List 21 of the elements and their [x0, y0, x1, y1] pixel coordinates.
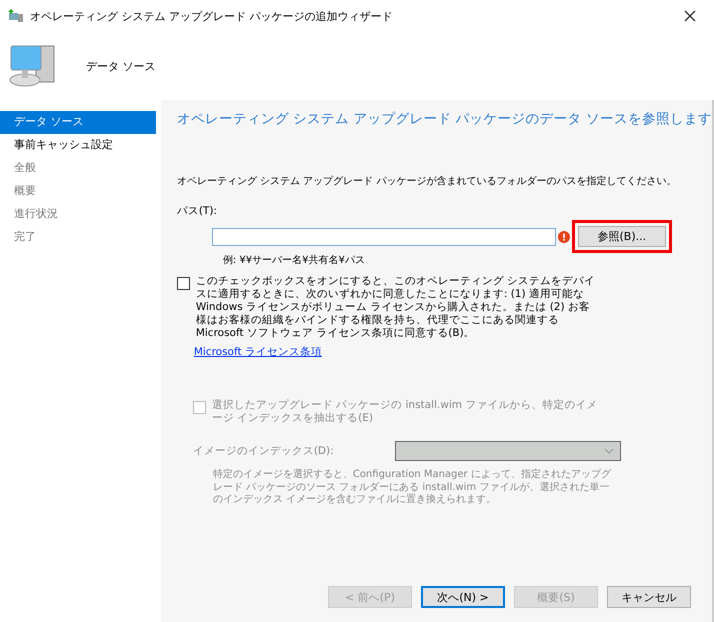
wizard-icon	[8, 8, 24, 24]
checkbox[interactable]	[176, 277, 190, 290]
page-title: データ ソース	[86, 58, 156, 74]
close-icon[interactable]	[684, 10, 696, 22]
image-index-note: 特定のイメージを選択すると、Configuration Manager によって、指定されたアップグレード パッケージのソース フォルダーにある install.wim ファイルが、選択された単一のインデックス イメージを含むファイルに置き換えられます。	[212, 469, 612, 506]
path-field[interactable]	[212, 228, 556, 246]
section-heading: オペレーティング システム アップグレード パッケージのデータ ソースを参照します	[176, 110, 712, 128]
instruction-text: オペレーティング システム アップグレード パッケージが含まれているフォルダーのパスを指定してください。	[176, 174, 678, 188]
sidebar-item[interactable]: データ ソース	[0, 111, 156, 134]
image-index-label: イメージのインデックス(D):	[192, 444, 335, 458]
window-title: オペレーティング システム アップグレード パッケージの追加ウィザード	[30, 8, 394, 24]
license-link[interactable]: Microsoft ライセンス条項	[194, 345, 322, 359]
license-agreement-text: このチェックボックスをオンにすると、このオペレーティング システムをデバイスに適用するときに、次のいずれかに同意したことになります: (1) 適用可能な Windows ライセンスがボリューム ライセンスから購入された。または (2) お客様はお客様の組織をバインドする権限を持ち、代理でここにある関連する Microsoft ソフトウェア ライセンス条項に同意する(B)。	[196, 275, 596, 340]
wizard-button[interactable]: 次へ(N) >	[421, 586, 505, 608]
path-label: パス(T):	[176, 204, 218, 218]
sidebar-item[interactable]: 事前キャッシュ設定	[0, 134, 156, 157]
chevron-down-icon	[604, 448, 614, 454]
wizard-button[interactable]: キャンセル	[607, 586, 691, 608]
extract-index-text: 選択したアップグレード パッケージの install.wim ファイルから、特定のイメージ インデックスを抽出する(E)	[212, 399, 598, 425]
path-example: 例: ¥¥サーバー名¥共有名¥パス	[222, 254, 366, 267]
browse-button[interactable]: 参照(B)...	[578, 226, 666, 247]
